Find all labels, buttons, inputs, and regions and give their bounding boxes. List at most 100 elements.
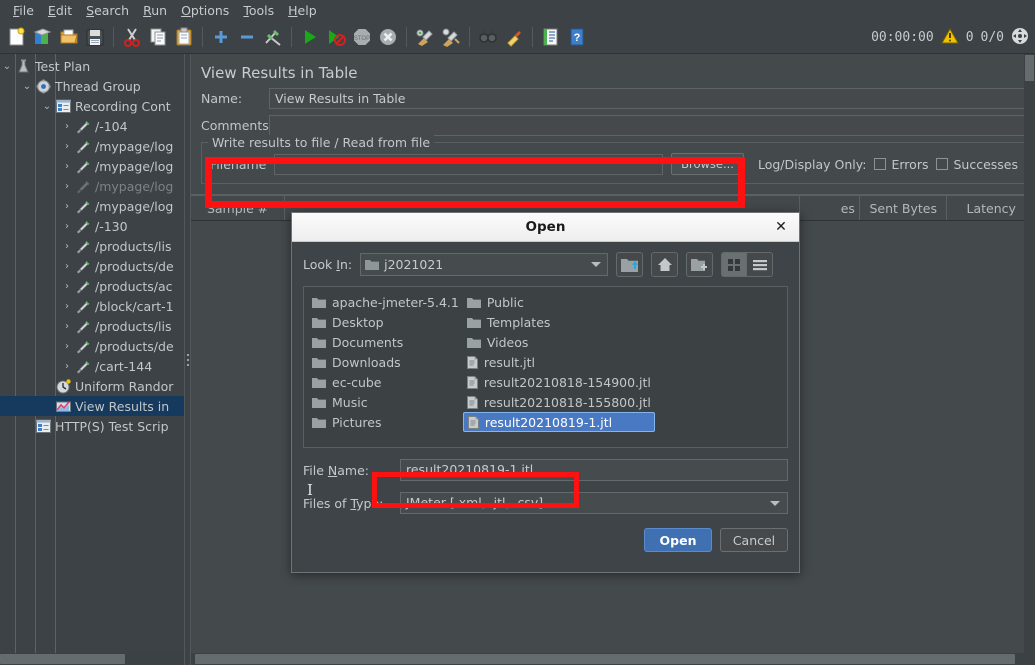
file-name-input[interactable]: result20210819-1.jtl (400, 459, 788, 481)
filename-input[interactable] (274, 153, 664, 175)
expand-all-icon[interactable] (208, 24, 234, 50)
chevron-toggle-icon[interactable]: › (60, 241, 74, 252)
reset-search-icon[interactable] (501, 24, 527, 50)
chevron-toggle-icon[interactable]: › (60, 221, 74, 232)
errors-checkbox-box[interactable] (874, 158, 887, 170)
tree-node-3[interactable]: › /-104 (0, 116, 184, 136)
file-list-item[interactable]: Music (308, 392, 463, 412)
shutdown-icon[interactable] (375, 24, 401, 50)
comments-input[interactable] (269, 115, 1027, 136)
file-list-item[interactable]: Downloads (308, 352, 463, 372)
list-view-icon[interactable] (747, 252, 774, 277)
search-icon[interactable] (475, 24, 501, 50)
tree-node-4[interactable]: › /mypage/log (0, 136, 184, 156)
chevron-toggle-icon[interactable]: › (60, 281, 74, 292)
clear-icon[interactable] (412, 24, 438, 50)
file-list-item[interactable]: result20210819-1.jtl (462, 412, 655, 432)
tree-node-5[interactable]: › /mypage/log (0, 156, 184, 176)
menu-edit[interactable]: Edit (41, 1, 79, 20)
tree-node-1[interactable]: ⌄ Thread Group (0, 76, 184, 96)
files-of-type-combo[interactable]: JMeter [.xml, .jtl, .csv] (400, 492, 788, 514)
tree-node-15[interactable]: › /cart-144 (0, 356, 184, 376)
file-list-item[interactable]: Pictures (308, 412, 463, 432)
look-in-combo[interactable]: j2021021 (360, 253, 609, 276)
tree-node-11[interactable]: › /products/ac (0, 276, 184, 296)
chevron-toggle-icon[interactable]: › (60, 261, 74, 272)
successes-checkbox-box[interactable] (936, 158, 949, 170)
tree-node-14[interactable]: › /products/de (0, 336, 184, 356)
file-list-item[interactable]: Desktop (308, 312, 463, 332)
chevron-down-icon[interactable] (770, 501, 780, 506)
file-list-item[interactable]: result20210818-155800.jtl (463, 392, 655, 412)
menu-tools[interactable]: Tools (236, 1, 281, 20)
file-list-item[interactable]: Videos (463, 332, 655, 352)
help-icon[interactable]: ? (564, 24, 590, 50)
file-list-item[interactable]: apache-jmeter-5.4.1 (308, 292, 463, 312)
chevron-toggle-icon[interactable]: › (60, 121, 74, 132)
tree-node-12[interactable]: › /block/cart-1 (0, 296, 184, 316)
menu-search[interactable]: Search (79, 1, 136, 20)
chevron-toggle-icon[interactable]: ⌄ (40, 101, 54, 112)
close-icon[interactable]: ✕ (772, 218, 790, 236)
browse-button[interactable]: Browse... (671, 153, 744, 175)
menu-file[interactable]: File (6, 1, 41, 20)
function-helper-icon[interactable] (538, 24, 564, 50)
chevron-toggle-icon[interactable]: › (60, 361, 74, 372)
cancel-button[interactable]: Cancel (720, 528, 788, 552)
panel-vscrollbar[interactable] (1024, 54, 1035, 653)
file-list-item[interactable]: Documents (308, 332, 463, 352)
collapse-all-icon[interactable] (234, 24, 260, 50)
chevron-toggle-icon[interactable]: › (60, 341, 74, 352)
pane-splitter[interactable] (184, 54, 191, 665)
menu-run[interactable]: Run (136, 1, 174, 20)
warning-icon[interactable] (940, 27, 959, 47)
grid-view-icon[interactable] (721, 252, 748, 277)
tree-node-7[interactable]: › /mypage/log (0, 196, 184, 216)
file-list[interactable]: apache-jmeter-5.4.1 Desktop Documents Downl… (303, 286, 788, 448)
open-icon[interactable] (56, 24, 82, 50)
clear-all-icon[interactable] (438, 24, 464, 50)
file-list-item[interactable]: Public (463, 292, 655, 312)
chevron-toggle-icon[interactable]: › (60, 181, 74, 192)
new-folder-icon[interactable] (686, 252, 714, 277)
stop-icon[interactable]: STOP (349, 24, 375, 50)
chevron-toggle-icon[interactable]: › (60, 161, 74, 172)
paste-icon[interactable] (171, 24, 197, 50)
toggle-icon[interactable] (260, 24, 286, 50)
expand-collapse-icon[interactable] (1011, 27, 1029, 48)
tree-node-13[interactable]: › /products/lis (0, 316, 184, 336)
name-input[interactable]: View Results in Table (269, 88, 1027, 109)
tree-node-6[interactable]: › /mypage/log (0, 176, 184, 196)
tree-node-9[interactable]: › /products/lis (0, 236, 184, 256)
new-icon[interactable] (4, 24, 30, 50)
chevron-toggle-icon[interactable]: › (60, 301, 74, 312)
file-list-item[interactable]: ec-cube (308, 372, 463, 392)
up-folder-icon[interactable] (616, 252, 644, 277)
copy-icon[interactable] (145, 24, 171, 50)
tree-hscrollbar[interactable] (0, 653, 184, 665)
open-button[interactable]: Open (644, 528, 712, 552)
column-header-sample[interactable]: Sample # (191, 195, 286, 220)
column-header-bytes[interactable]: es (799, 195, 860, 220)
chevron-toggle-icon[interactable]: › (60, 141, 74, 152)
menu-help[interactable]: Help (281, 1, 324, 20)
column-header-sent-bytes[interactable]: Sent Bytes (859, 195, 948, 220)
tree-node-10[interactable]: › /products/de (0, 256, 184, 276)
tree-node-8[interactable]: › /-130 (0, 216, 184, 236)
tree-node-16[interactable]: Uniform Randor (0, 376, 184, 396)
templates-icon[interactable] (30, 24, 56, 50)
file-list-item[interactable]: result20210818-154900.jtl (463, 372, 655, 392)
cut-icon[interactable] (119, 24, 145, 50)
start-no-timers-icon[interactable] (323, 24, 349, 50)
save-icon[interactable] (82, 24, 108, 50)
chevron-toggle-icon[interactable]: › (60, 321, 74, 332)
errors-checkbox[interactable]: Errors (874, 157, 928, 172)
chevron-toggle-icon[interactable]: › (60, 201, 74, 212)
menu-options[interactable]: Options (174, 1, 236, 20)
chevron-toggle-icon[interactable]: ⌄ (20, 81, 34, 92)
tree-node-17[interactable]: View Results in (0, 396, 184, 416)
start-icon[interactable] (297, 24, 323, 50)
tree-node-18[interactable]: HTTP(S) Test Scrip (0, 416, 184, 436)
tree-node-2[interactable]: ⌄ Recording Cont (0, 96, 184, 116)
column-header-latency[interactable]: Latency (947, 195, 1035, 220)
